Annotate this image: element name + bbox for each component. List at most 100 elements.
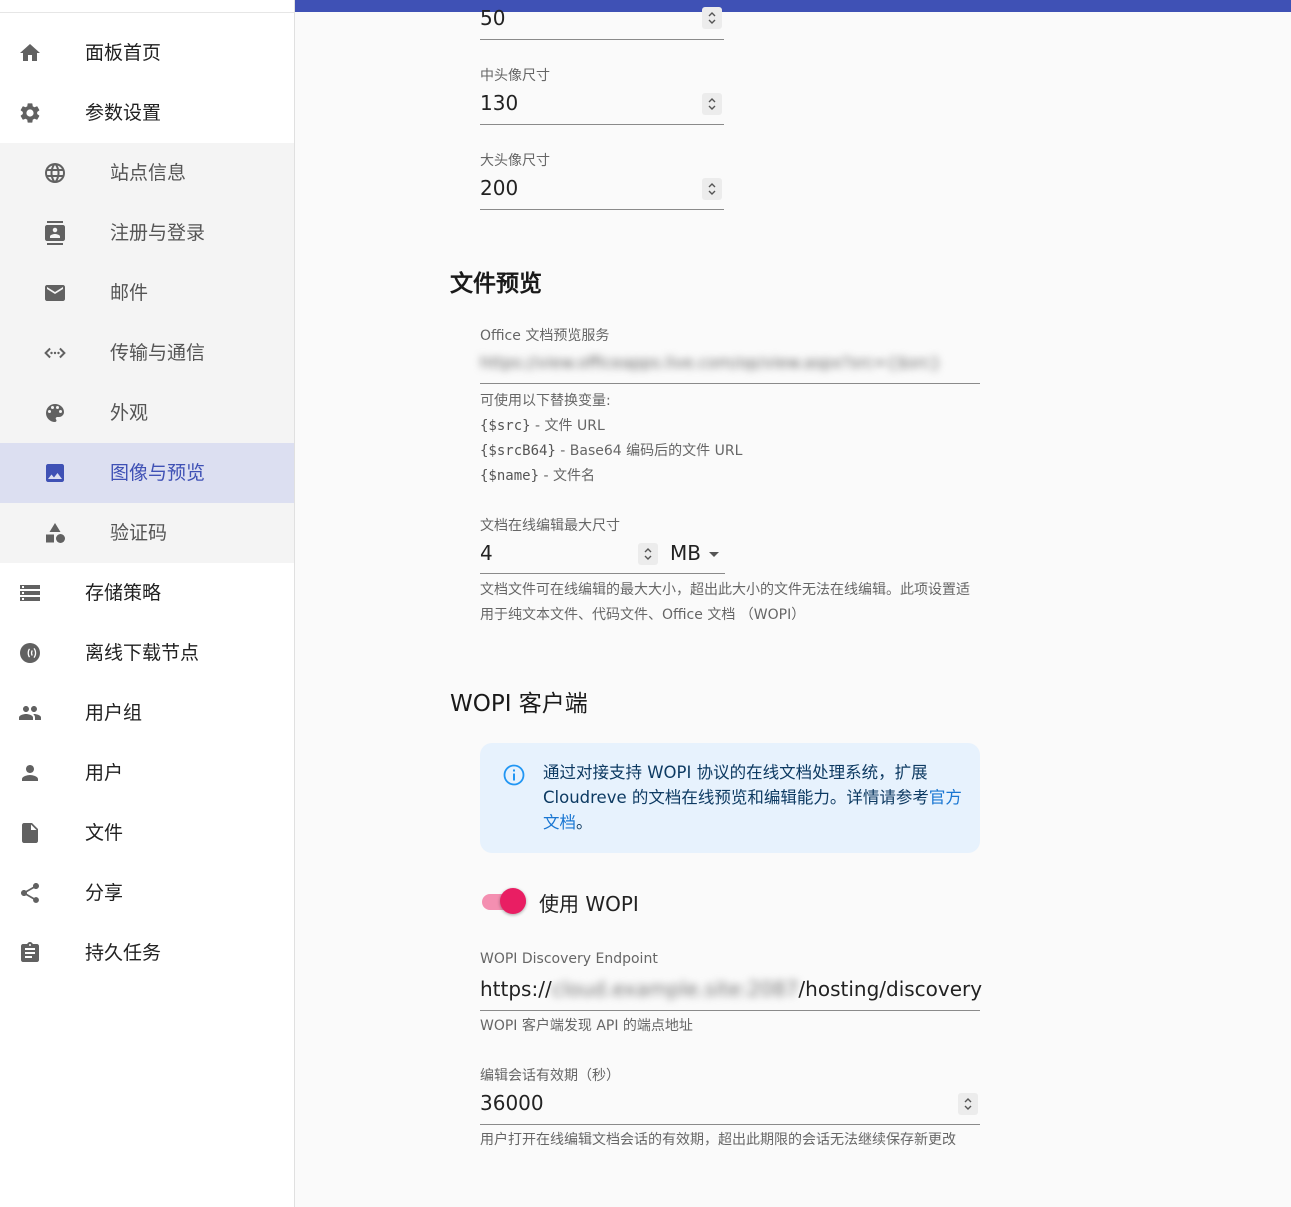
max-edit-size-input[interactable]: 4	[480, 541, 493, 565]
sidebar: 面板首页 参数设置 站点信息 注册与登录 邮件 传输与通信 外观 图像与预览 验…	[0, 0, 295, 1207]
home-icon	[18, 41, 42, 65]
app-bar	[295, 0, 1291, 12]
info-body: 通过对接支持 WOPI 协议的在线文档处理系统，扩展 Cloudreve 的文档…	[543, 763, 929, 807]
var-desc: - 文件 URL	[530, 418, 605, 434]
sidebar-item-transfer[interactable]: 传输与通信	[0, 323, 294, 383]
wopi-endpoint-underline	[480, 1010, 980, 1011]
group-icon	[18, 701, 42, 725]
use-wopi-switch-thumb[interactable]	[500, 888, 526, 914]
sidebar-item-label: 参数设置	[85, 102, 162, 124]
sidebar-item-tasks[interactable]: 持久任务	[0, 923, 294, 983]
endpoint-prefix: https://	[480, 977, 552, 1001]
session-ttl-underline	[480, 1124, 980, 1125]
small-avatar-input[interactable]: 50	[480, 6, 505, 30]
max-edit-size-label: 文档在线编辑最大尺寸	[480, 518, 620, 534]
max-edit-size-help: 文档文件可在线编辑的最大大小，超出此大小的文件无法在线编辑。此项设置适用于纯文本…	[480, 582, 970, 623]
share-icon	[18, 881, 42, 905]
large-avatar-underline	[480, 209, 724, 210]
wopi-endpoint-help: WOPI 客户端发现 API 的端点地址	[480, 1018, 693, 1034]
sidebar-item-label: 面板首页	[85, 42, 162, 64]
palette-icon	[43, 401, 67, 425]
session-ttl-input[interactable]: 36000	[480, 1091, 544, 1115]
medium-avatar-input[interactable]: 130	[480, 91, 518, 115]
person-icon	[18, 761, 42, 785]
sidebar-item-label: 验证码	[110, 522, 168, 544]
sidebar-item-mail[interactable]: 邮件	[0, 263, 294, 323]
medium-avatar-label: 中头像尺寸	[480, 68, 550, 84]
sidebar-item-shares[interactable]: 分享	[0, 863, 294, 923]
info-icon	[503, 764, 525, 786]
var-srcb64: {$srcB64} - Base64 编码后的文件 URL	[480, 439, 980, 464]
section-title-file-preview: 文件预览	[450, 271, 542, 297]
sidebar-item-offline-nodes[interactable]: 离线下载节点	[0, 623, 294, 683]
sidebar-item-label: 注册与登录	[110, 222, 206, 244]
size-unit-select[interactable]: MB	[670, 541, 701, 565]
sidebar-item-label: 图像与预览	[110, 462, 206, 484]
wopi-info-text: 通过对接支持 WOPI 协议的在线文档处理系统，扩展 Cloudreve 的文档…	[543, 760, 963, 835]
sidebar-item-label: 分享	[85, 882, 124, 904]
small-avatar-stepper[interactable]	[702, 7, 722, 29]
sidebar-item-label: 用户组	[85, 702, 143, 724]
large-avatar-stepper[interactable]	[702, 178, 722, 200]
wopi-endpoint-input[interactable]: https://cloud.example.site:2087/hosting/…	[480, 977, 982, 1001]
image-icon	[43, 461, 67, 485]
stepper-arrows-icon	[708, 183, 716, 195]
mail-icon	[43, 281, 67, 305]
var-desc: - Base64 编码后的文件 URL	[555, 443, 743, 459]
sidebar-item-label: 持久任务	[85, 942, 162, 964]
stepper-arrows-icon	[964, 1098, 972, 1110]
medium-avatar-stepper[interactable]	[702, 93, 722, 115]
section-title-wopi: WOPI 客户端	[450, 691, 588, 717]
sidebar-item-site-info[interactable]: 站点信息	[0, 143, 294, 203]
sidebar-item-user-groups[interactable]: 用户组	[0, 683, 294, 743]
var-desc: - 文件名	[539, 468, 595, 484]
use-wopi-label: 使用 WOPI	[539, 892, 639, 916]
dropdown-arrow-icon[interactable]	[707, 550, 721, 560]
sidebar-item-storage-policy[interactable]: 存储策略	[0, 563, 294, 623]
vars-intro: 可使用以下替换变量:	[480, 393, 611, 409]
sidebar-item-label: 文件	[85, 822, 124, 844]
office-preview-help: 可使用以下替换变量: {$src} - 文件 URL {$srcB64} - B…	[480, 389, 980, 489]
info-end: 。	[576, 813, 593, 832]
var-name: {$name} - 文件名	[480, 464, 980, 489]
file-icon	[18, 821, 42, 845]
session-ttl-label: 编辑会话有效期（秒）	[480, 1068, 620, 1084]
var-code: {$name}	[480, 468, 540, 484]
office-preview-label: Office 文档预览服务	[480, 328, 610, 344]
wopi-endpoint-label: WOPI Discovery Endpoint	[480, 951, 658, 967]
sidebar-item-image-preview[interactable]: 图像与预览	[0, 443, 294, 503]
endpoint-suffix: /hosting/discovery	[798, 977, 983, 1001]
medium-avatar-underline	[480, 124, 724, 125]
sidebar-item-label: 外观	[110, 402, 149, 424]
contacts-icon	[43, 221, 67, 245]
sidebar-item-label: 传输与通信	[110, 342, 206, 364]
var-code: {$srcB64}	[480, 443, 556, 459]
stepper-arrows-icon	[708, 12, 716, 24]
sidebar-item-appearance[interactable]: 外观	[0, 383, 294, 443]
download-node-icon	[18, 641, 42, 665]
endpoint-redacted: cloud.example.site:2087	[551, 977, 799, 1001]
sidebar-item-files[interactable]: 文件	[0, 803, 294, 863]
office-preview-underline	[480, 383, 980, 384]
sidebar-item-dashboard[interactable]: 面板首页	[0, 23, 294, 83]
sidebar-item-label: 离线下载节点	[85, 642, 200, 664]
var-src: {$src} - 文件 URL	[480, 414, 980, 439]
shapes-icon	[43, 521, 67, 545]
sidebar-item-label: 站点信息	[110, 162, 187, 184]
clipboard-icon	[18, 941, 42, 965]
wopi-info-alert: 通过对接支持 WOPI 协议的在线文档处理系统，扩展 Cloudreve 的文档…	[480, 743, 980, 853]
sidebar-item-label: 存储策略	[85, 582, 162, 604]
sidebar-item-label: 用户	[85, 762, 124, 784]
large-avatar-label: 大头像尺寸	[480, 153, 550, 169]
code-arrows-icon	[43, 341, 67, 365]
office-preview-input[interactable]: https://view.officeapps.live.com/op/view…	[480, 353, 975, 372]
max-edit-size-stepper[interactable]	[638, 543, 658, 565]
sidebar-item-captcha[interactable]: 验证码	[0, 503, 294, 563]
large-avatar-input[interactable]: 200	[480, 176, 518, 200]
session-ttl-stepper[interactable]	[958, 1093, 978, 1115]
sidebar-divider	[0, 12, 294, 13]
sidebar-item-users[interactable]: 用户	[0, 743, 294, 803]
sidebar-item-label: 邮件	[110, 282, 149, 304]
sidebar-item-register-login[interactable]: 注册与登录	[0, 203, 294, 263]
sidebar-item-settings[interactable]: 参数设置	[0, 83, 294, 143]
